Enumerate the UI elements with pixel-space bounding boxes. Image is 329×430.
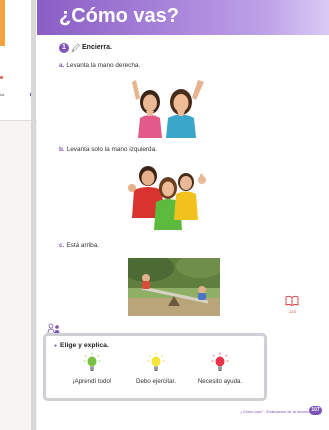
yellow-bulb-icon	[147, 352, 165, 371]
option-label: Necesito ayuda.	[197, 378, 243, 385]
book-page-reference: 123	[289, 309, 296, 314]
item-text: Levanta solo la mano izquierda.	[66, 146, 157, 153]
photo-kids-on-seesaw	[128, 258, 220, 316]
page-title: ¿Cómo vas?	[59, 5, 180, 27]
header-banner: ¿Cómo vas?	[37, 0, 329, 35]
option-label: ¡Aprendí todo!	[72, 378, 112, 385]
orange-accent-bar	[0, 0, 5, 46]
page-gutter	[31, 0, 36, 430]
item-text: Levanta la mano derecha.	[66, 62, 141, 69]
option-must-practice[interactable]: Debo ejercitar.	[125, 352, 187, 385]
pencil-icon	[71, 43, 80, 53]
red-bulb-icon	[211, 352, 229, 371]
photo-girls-raising-hands	[126, 76, 212, 138]
workbook-page: ¿Cómo vas? 1 Encierra. a. Levanta la mano…	[37, 0, 329, 430]
item-a: a. Levanta la mano derecha.	[59, 62, 140, 69]
item-c: c. Está arriba.	[59, 242, 99, 249]
previous-page-edge: sa	[0, 0, 37, 430]
footer-text: ¿Cómo vas? - Evaluación de la lección 15	[240, 409, 315, 414]
green-bulb-icon	[83, 352, 101, 371]
item-text: Está arriba.	[66, 242, 100, 249]
option-need-help[interactable]: Necesito ayuda.	[189, 352, 251, 385]
self-evaluation-title: ● Elige y explica.	[54, 342, 109, 349]
option-learned-all[interactable]: ¡Aprendí todo!	[61, 352, 123, 385]
previous-page-snippet: sa	[0, 92, 5, 97]
item-letter: b.	[59, 146, 65, 153]
item-letter: a.	[59, 62, 65, 69]
header-accent	[269, 0, 329, 35]
option-label: Debo ejercitar.	[136, 378, 176, 385]
self-evaluation-title-text: Elige y explica.	[60, 342, 109, 349]
book-icon	[285, 295, 299, 307]
self-evaluation-box: ● Elige y explica. ¡Aprendí todo! Debo e…	[43, 333, 267, 401]
bullet-dot	[0, 76, 3, 79]
item-letter: c.	[59, 242, 65, 249]
item-b: b. Levanta solo la mano izquierda.	[59, 146, 157, 153]
bullet-star-icon: ●	[54, 343, 58, 349]
activity-number: 1	[59, 43, 69, 53]
photo-kids-thumbs-up	[120, 158, 212, 230]
page-number-badge: 107	[309, 406, 322, 415]
activity-instruction: Encierra.	[82, 44, 112, 51]
